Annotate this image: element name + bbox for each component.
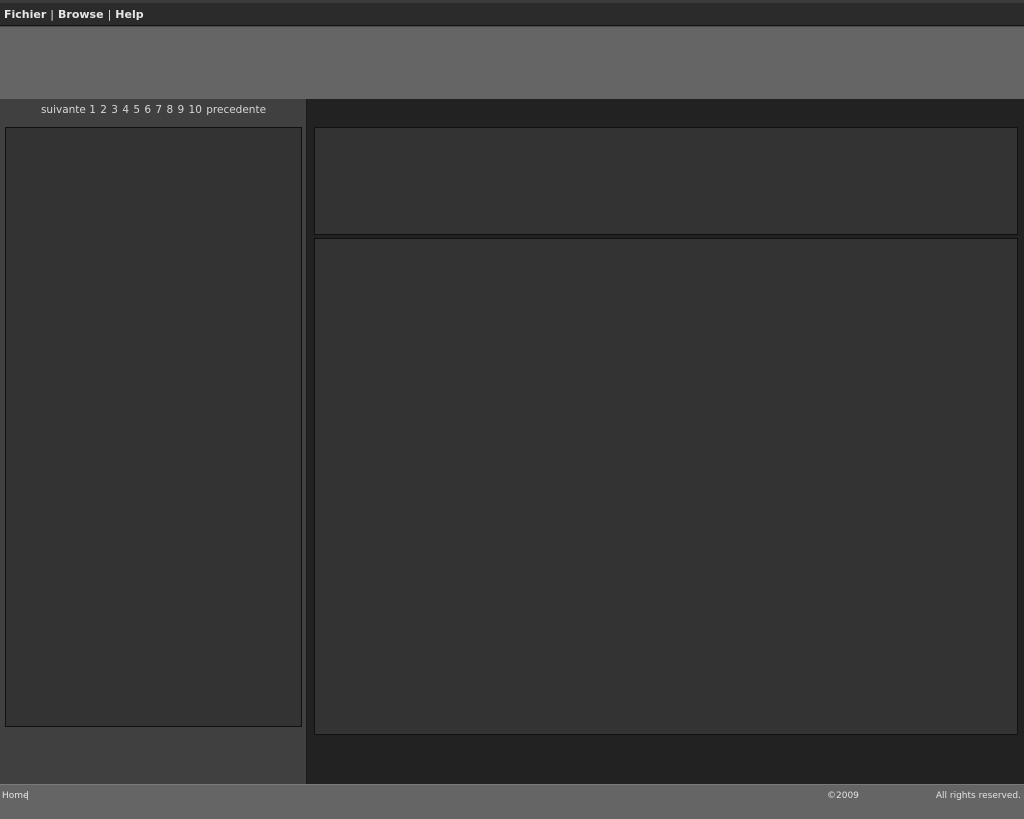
menu-browse[interactable]: Browse — [58, 8, 104, 21]
menu-separator: | — [50, 7, 55, 21]
menu-bar: Fichier | Browse | Help — [0, 0, 1024, 26]
pagination-page-link[interactable]: 10 — [189, 104, 202, 116]
header-banner — [0, 26, 1024, 99]
pagination-page-link[interactable]: 3 — [111, 104, 118, 116]
footer-copyright: ©2009 — [827, 791, 859, 801]
footer-rights-text: All rights reserved. — [935, 791, 1021, 801]
footer-separator: | — [26, 791, 30, 801]
pagination: suivante 1 2 3 4 5 6 7 8 9 10 precedente — [0, 104, 307, 116]
menu-fichier[interactable]: Fichier — [4, 8, 46, 21]
pagination-page-link[interactable]: 7 — [155, 104, 162, 116]
left-content-box — [5, 127, 302, 727]
pagination-page-link[interactable]: 8 — [166, 104, 173, 116]
pagination-page-link[interactable]: 4 — [122, 104, 129, 116]
pagination-next-link[interactable]: suivante — [41, 104, 86, 116]
pagination-page-link[interactable]: 1 — [89, 104, 96, 116]
top-content-box — [314, 127, 1018, 235]
main-content-box — [314, 238, 1018, 735]
pagination-prev-link[interactable]: precedente — [206, 104, 266, 116]
pagination-page-link[interactable]: 5 — [133, 104, 140, 116]
footer-home-link[interactable]: Home — [2, 791, 29, 801]
page: Fichier | Browse | Help suivante 1 2 3 4… — [0, 0, 1024, 819]
footer: Home | ©2009 All rights reserved. — [0, 784, 1024, 819]
pagination-page-link[interactable]: 6 — [144, 104, 151, 116]
pagination-page-link[interactable]: 2 — [100, 104, 107, 116]
pagination-page-link[interactable]: 9 — [177, 104, 184, 116]
menu-help[interactable]: Help — [115, 8, 143, 21]
right-content-area — [308, 99, 1024, 784]
menu-separator: | — [107, 7, 112, 21]
left-panel: suivante 1 2 3 4 5 6 7 8 9 10 precedente — [0, 99, 307, 784]
